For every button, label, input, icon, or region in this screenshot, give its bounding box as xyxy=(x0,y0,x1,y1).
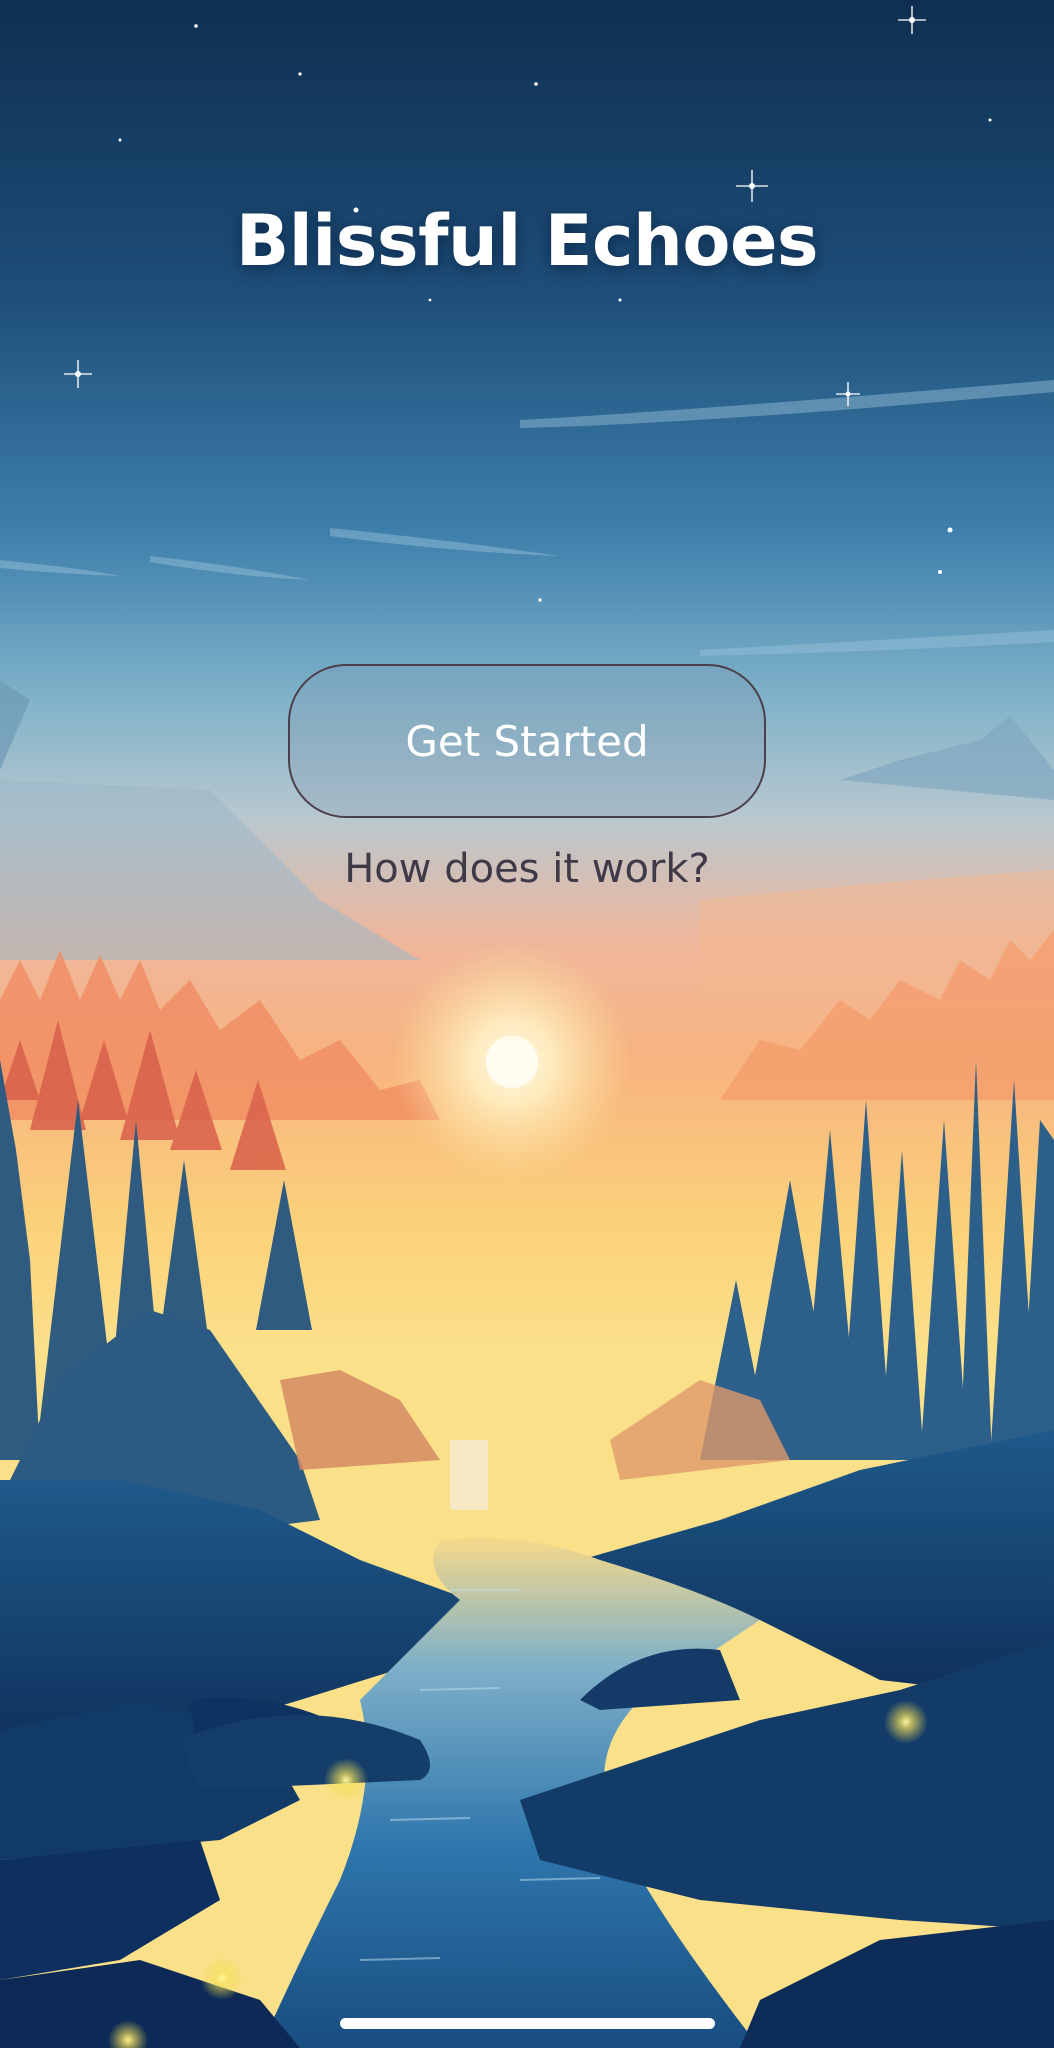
welcome-screen: Blissful Echoes Get Started How does it … xyxy=(0,0,1054,2048)
home-indicator[interactable] xyxy=(340,2018,715,2029)
get-started-button[interactable]: Get Started xyxy=(288,664,766,818)
how-it-works-link[interactable]: How does it work? xyxy=(0,846,1054,892)
app-title: Blissful Echoes xyxy=(235,200,819,282)
landscape-background xyxy=(0,0,1054,2048)
